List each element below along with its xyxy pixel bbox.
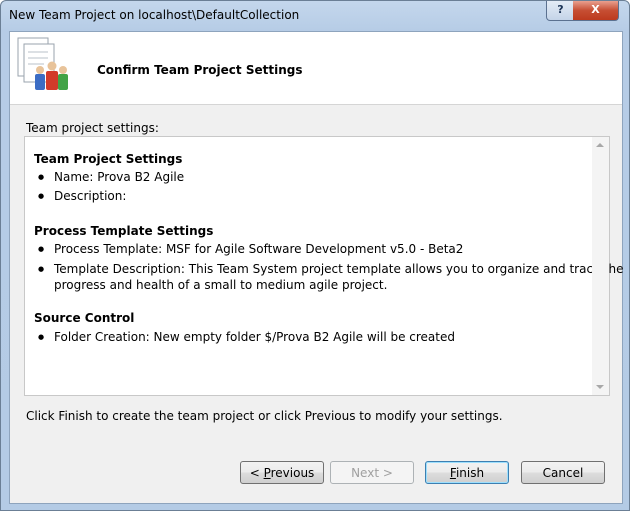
next-button[interactable]: Next > (330, 461, 414, 484)
close-button[interactable]: X (573, 1, 619, 21)
list-item-text: Description: (54, 189, 127, 203)
list-item-text: Process Template: MSF for Agile Software… (54, 242, 464, 256)
team-project-icon (17, 37, 68, 90)
team-settings-heading: Team Project Settings (34, 152, 183, 166)
scroll-up-icon[interactable] (596, 143, 604, 147)
wizard-window: New Team Project on localhost\DefaultCol… (0, 0, 630, 511)
previous-label: revious (270, 466, 315, 480)
instruction-text: Click Finish to create the team project … (26, 409, 503, 423)
list-item-text: Template Description: This Team System p… (54, 262, 624, 276)
process-settings-heading: Process Template Settings (34, 224, 214, 238)
previous-mnemonic: P (263, 466, 271, 480)
scroll-down-icon[interactable] (596, 385, 604, 389)
help-button[interactable]: ? (546, 1, 575, 21)
source-control-heading: Source Control (34, 311, 135, 325)
settings-section-label: Team project settings: (26, 121, 159, 135)
finish-label: inish (455, 466, 485, 480)
page-title: Confirm Team Project Settings (97, 63, 303, 77)
wizard-header: Confirm Team Project Settings (10, 32, 622, 105)
title-bar[interactable]: New Team Project on localhost\DefaultCol… (1, 1, 629, 31)
finish-button[interactable]: Finish (425, 461, 509, 484)
vertical-scrollbar[interactable] (592, 137, 609, 395)
list-item-continuation: progress and health of a small to medium… (54, 278, 388, 292)
settings-summary-panel[interactable]: Team Project Settings Name: Prova B2 Agi… (24, 136, 624, 396)
wizard-client-area: Confirm Team Project Settings Team proje… (9, 31, 624, 504)
cancel-button[interactable]: Cancel (521, 461, 605, 484)
window-title: New Team Project on localhost\DefaultCol… (9, 8, 300, 22)
previous-prefix: < (249, 466, 264, 480)
previous-button[interactable]: < Previous (240, 461, 324, 484)
list-item-text: Name: Prova B2 Agile (54, 170, 185, 184)
list-item-text: Folder Creation: New empty folder $/Prov… (54, 330, 455, 344)
